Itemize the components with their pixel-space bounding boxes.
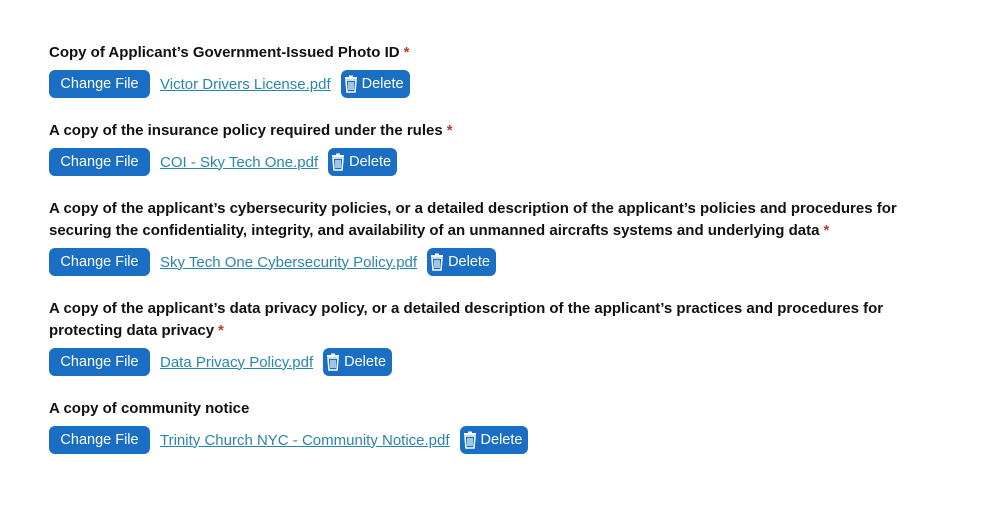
- delete-button[interactable]: Delete: [459, 426, 529, 454]
- upload-field-cybersecurity: A copy of the applicant’s cybersecurity …: [49, 198, 949, 276]
- file-link[interactable]: Victor Drivers License.pdf: [160, 76, 331, 93]
- delete-button[interactable]: Delete: [340, 70, 410, 98]
- field-label: Copy of Applicant’s Government-Issued Ph…: [49, 44, 410, 61]
- delete-label: Delete: [361, 76, 404, 92]
- change-file-button[interactable]: Change File: [49, 148, 150, 176]
- change-file-button[interactable]: Change File: [49, 248, 150, 276]
- delete-label: Delete: [344, 354, 387, 370]
- upload-field-community-notice: A copy of community notice Change File T…: [49, 398, 949, 454]
- required-asterisk: *: [823, 222, 830, 239]
- file-link[interactable]: Trinity Church NYC - Community Notice.pd…: [160, 432, 450, 449]
- delete-label: Delete: [349, 154, 392, 170]
- delete-button[interactable]: Delete: [427, 248, 496, 276]
- field-label: A copy of community notice: [49, 400, 250, 417]
- file-controls: Change File Victor Drivers License.pdf D…: [49, 70, 949, 98]
- delete-button[interactable]: Delete: [328, 148, 398, 176]
- required-asterisk: *: [403, 44, 410, 61]
- field-label: A copy of the applicant’s data privacy p…: [49, 300, 884, 339]
- field-label: A copy of the applicant’s cybersecurity …: [49, 200, 897, 239]
- file-controls: Change File Trinity Church NYC - Communi…: [49, 426, 949, 454]
- file-controls: Change File Sky Tech One Cybersecurity P…: [49, 248, 949, 276]
- file-link[interactable]: Data Privacy Policy.pdf: [160, 354, 313, 371]
- change-file-button[interactable]: Change File: [49, 426, 150, 454]
- required-asterisk: *: [446, 122, 453, 139]
- trash-icon: [344, 75, 358, 93]
- upload-field-data-privacy: A copy of the applicant’s data privacy p…: [49, 298, 949, 376]
- trash-icon: [326, 353, 340, 371]
- upload-field-insurance: A copy of the insurance policy required …: [49, 120, 949, 176]
- file-controls: Change File Data Privacy Policy.pdf Dele…: [49, 348, 949, 376]
- trash-icon: [430, 253, 444, 271]
- upload-form: Copy of Applicant’s Government-Issued Ph…: [0, 0, 1000, 505]
- file-controls: Change File COI - Sky Tech One.pdf Delet…: [49, 148, 949, 176]
- change-file-button[interactable]: Change File: [49, 348, 150, 376]
- delete-button[interactable]: Delete: [323, 348, 393, 376]
- upload-field-photo-id: Copy of Applicant’s Government-Issued Ph…: [49, 42, 949, 98]
- field-label: A copy of the insurance policy required …: [49, 122, 453, 139]
- file-link[interactable]: Sky Tech One Cybersecurity Policy.pdf: [160, 254, 417, 271]
- trash-icon: [463, 431, 477, 449]
- delete-label: Delete: [448, 254, 490, 270]
- delete-label: Delete: [480, 432, 523, 448]
- change-file-button[interactable]: Change File: [49, 70, 150, 98]
- trash-icon: [331, 153, 345, 171]
- required-asterisk: *: [218, 322, 224, 339]
- file-link[interactable]: COI - Sky Tech One.pdf: [160, 154, 318, 171]
